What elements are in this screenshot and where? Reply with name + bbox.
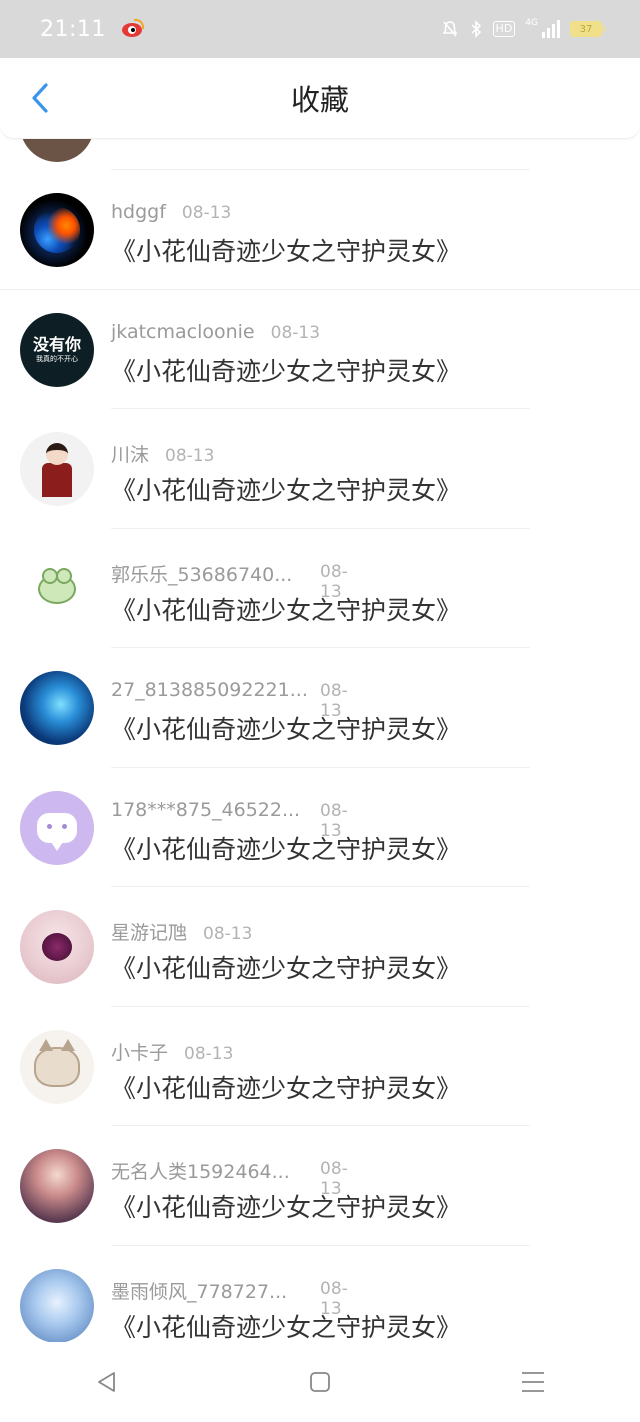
item-date: 08-13 [184, 1043, 234, 1064]
work-title: 《小花仙奇迹少女之守护灵女》 [111, 476, 462, 505]
nav-menu-button[interactable] [503, 1352, 563, 1412]
user-name: 无名人类1592464... [111, 1161, 290, 1183]
list-item[interactable]: 星游记虺 08-13 《小花仙奇迹少女之守护灵女》 [0, 887, 640, 1007]
item-date: 08-13 [203, 924, 253, 944]
avatar [20, 432, 94, 506]
triangle-back-icon [97, 1372, 115, 1392]
list-item[interactable]: hdggf 08-13 《小花仙奇迹少女之守护灵女》 [0, 170, 640, 290]
avatar [20, 790, 94, 865]
weibo-icon [120, 19, 144, 39]
page-title: 收藏 [290, 83, 349, 117]
status-icons: HD 4G 37 [441, 18, 605, 38]
avatar [20, 551, 94, 626]
favorites-list: hdggf 08-13 《小花仙奇迹少女之守护灵女》 没有你 我真的不开心 jka… [0, 88, 640, 1365]
battery-level: 37 [579, 23, 593, 35]
list-item[interactable]: 27_813885092221... 08-13 《小花仙奇迹少女之守护灵女》 [0, 648, 640, 768]
item-date: 08-13 [270, 322, 321, 343]
work-title: 《小花仙奇迹少女之守护灵女》 [111, 1073, 462, 1103]
signal-icon [542, 20, 560, 38]
avatar: 没有你 我真的不开心 [20, 312, 94, 387]
list-item[interactable]: 郭乐乐_53686740... 08-13 《小花仙奇迹少女之守护灵女》 [0, 529, 640, 648]
screen: 21:11 HD 4G 37 收藏 hdggf 08-13 《小花仙奇迹少女之守… [0, 0, 640, 1422]
list-item[interactable]: 178***875_46522... 08-13 《小花仙奇迹少女之守护灵女》 [0, 768, 640, 887]
hd-badge: HD [492, 21, 516, 37]
work-title: 《小花仙奇迹少女之守护灵女》 [111, 595, 462, 625]
square-home-icon [310, 1372, 330, 1392]
list-item[interactable]: 无名人类1592464... 08-13 《小花仙奇迹少女之守护灵女》 [0, 1126, 640, 1246]
mute-bell-icon [441, 21, 458, 37]
nav-back-button[interactable] [77, 1352, 137, 1412]
user-name: jkatcmacloonie [111, 320, 255, 343]
user-name: 星游记虺 [111, 922, 188, 944]
battery-icon: 37 [570, 21, 605, 37]
item-date: 08-13 [181, 203, 232, 223]
bluetooth-icon [471, 20, 481, 38]
user-name: 27_813885092221... [111, 679, 308, 701]
avatar [20, 1268, 94, 1343]
user-name: 178***875_46522... [111, 798, 301, 821]
avatar [20, 1149, 94, 1223]
work-title: 《小花仙奇迹少女之守护灵女》 [111, 237, 462, 266]
item-date: 08-13 [165, 446, 215, 466]
nav-header: 收藏 [0, 58, 640, 139]
work-title: 《小花仙奇迹少女之守护灵女》 [111, 715, 462, 744]
work-title: 《小花仙奇迹少女之守护灵女》 [111, 356, 462, 386]
work-title: 《小花仙奇迹少女之守护灵女》 [111, 834, 462, 864]
user-name: 郭乐乐_53686740... [111, 563, 293, 586]
user-name: 川沫 [111, 444, 150, 466]
status-time: 21:11 [40, 16, 106, 42]
nav-home-button[interactable] [290, 1352, 350, 1412]
system-nav-bar [0, 1342, 640, 1422]
avatar [20, 910, 94, 984]
user-name: 墨雨倾风_778727... [111, 1280, 288, 1303]
status-bar: 21:11 HD 4G 37 [0, 0, 640, 58]
user-name: 小卡子 [111, 1041, 169, 1064]
work-title: 《小花仙奇迹少女之守护灵女》 [111, 1312, 462, 1342]
user-name: hdggf [111, 201, 166, 223]
avatar [20, 193, 94, 267]
avatar [20, 1029, 94, 1104]
network-label: 4G [525, 18, 538, 28]
list-item[interactable]: 没有你 我真的不开心 jkatcmacloonie 08-13 《小花仙奇迹少女之… [0, 290, 640, 409]
list-item[interactable]: 小卡子 08-13 《小花仙奇迹少女之守护灵女》 [0, 1007, 640, 1126]
avatar-subtext: 我真的不开心 [36, 354, 78, 363]
avatar-text: 没有你 [32, 334, 81, 354]
work-title: 《小花仙奇迹少女之守护灵女》 [111, 954, 462, 983]
work-title: 《小花仙奇迹少女之守护灵女》 [111, 1193, 462, 1222]
list-item[interactable]: 川沫 08-13 《小花仙奇迹少女之守护灵女》 [0, 409, 640, 529]
avatar [20, 671, 94, 745]
hamburger-menu-icon [522, 1372, 545, 1392]
